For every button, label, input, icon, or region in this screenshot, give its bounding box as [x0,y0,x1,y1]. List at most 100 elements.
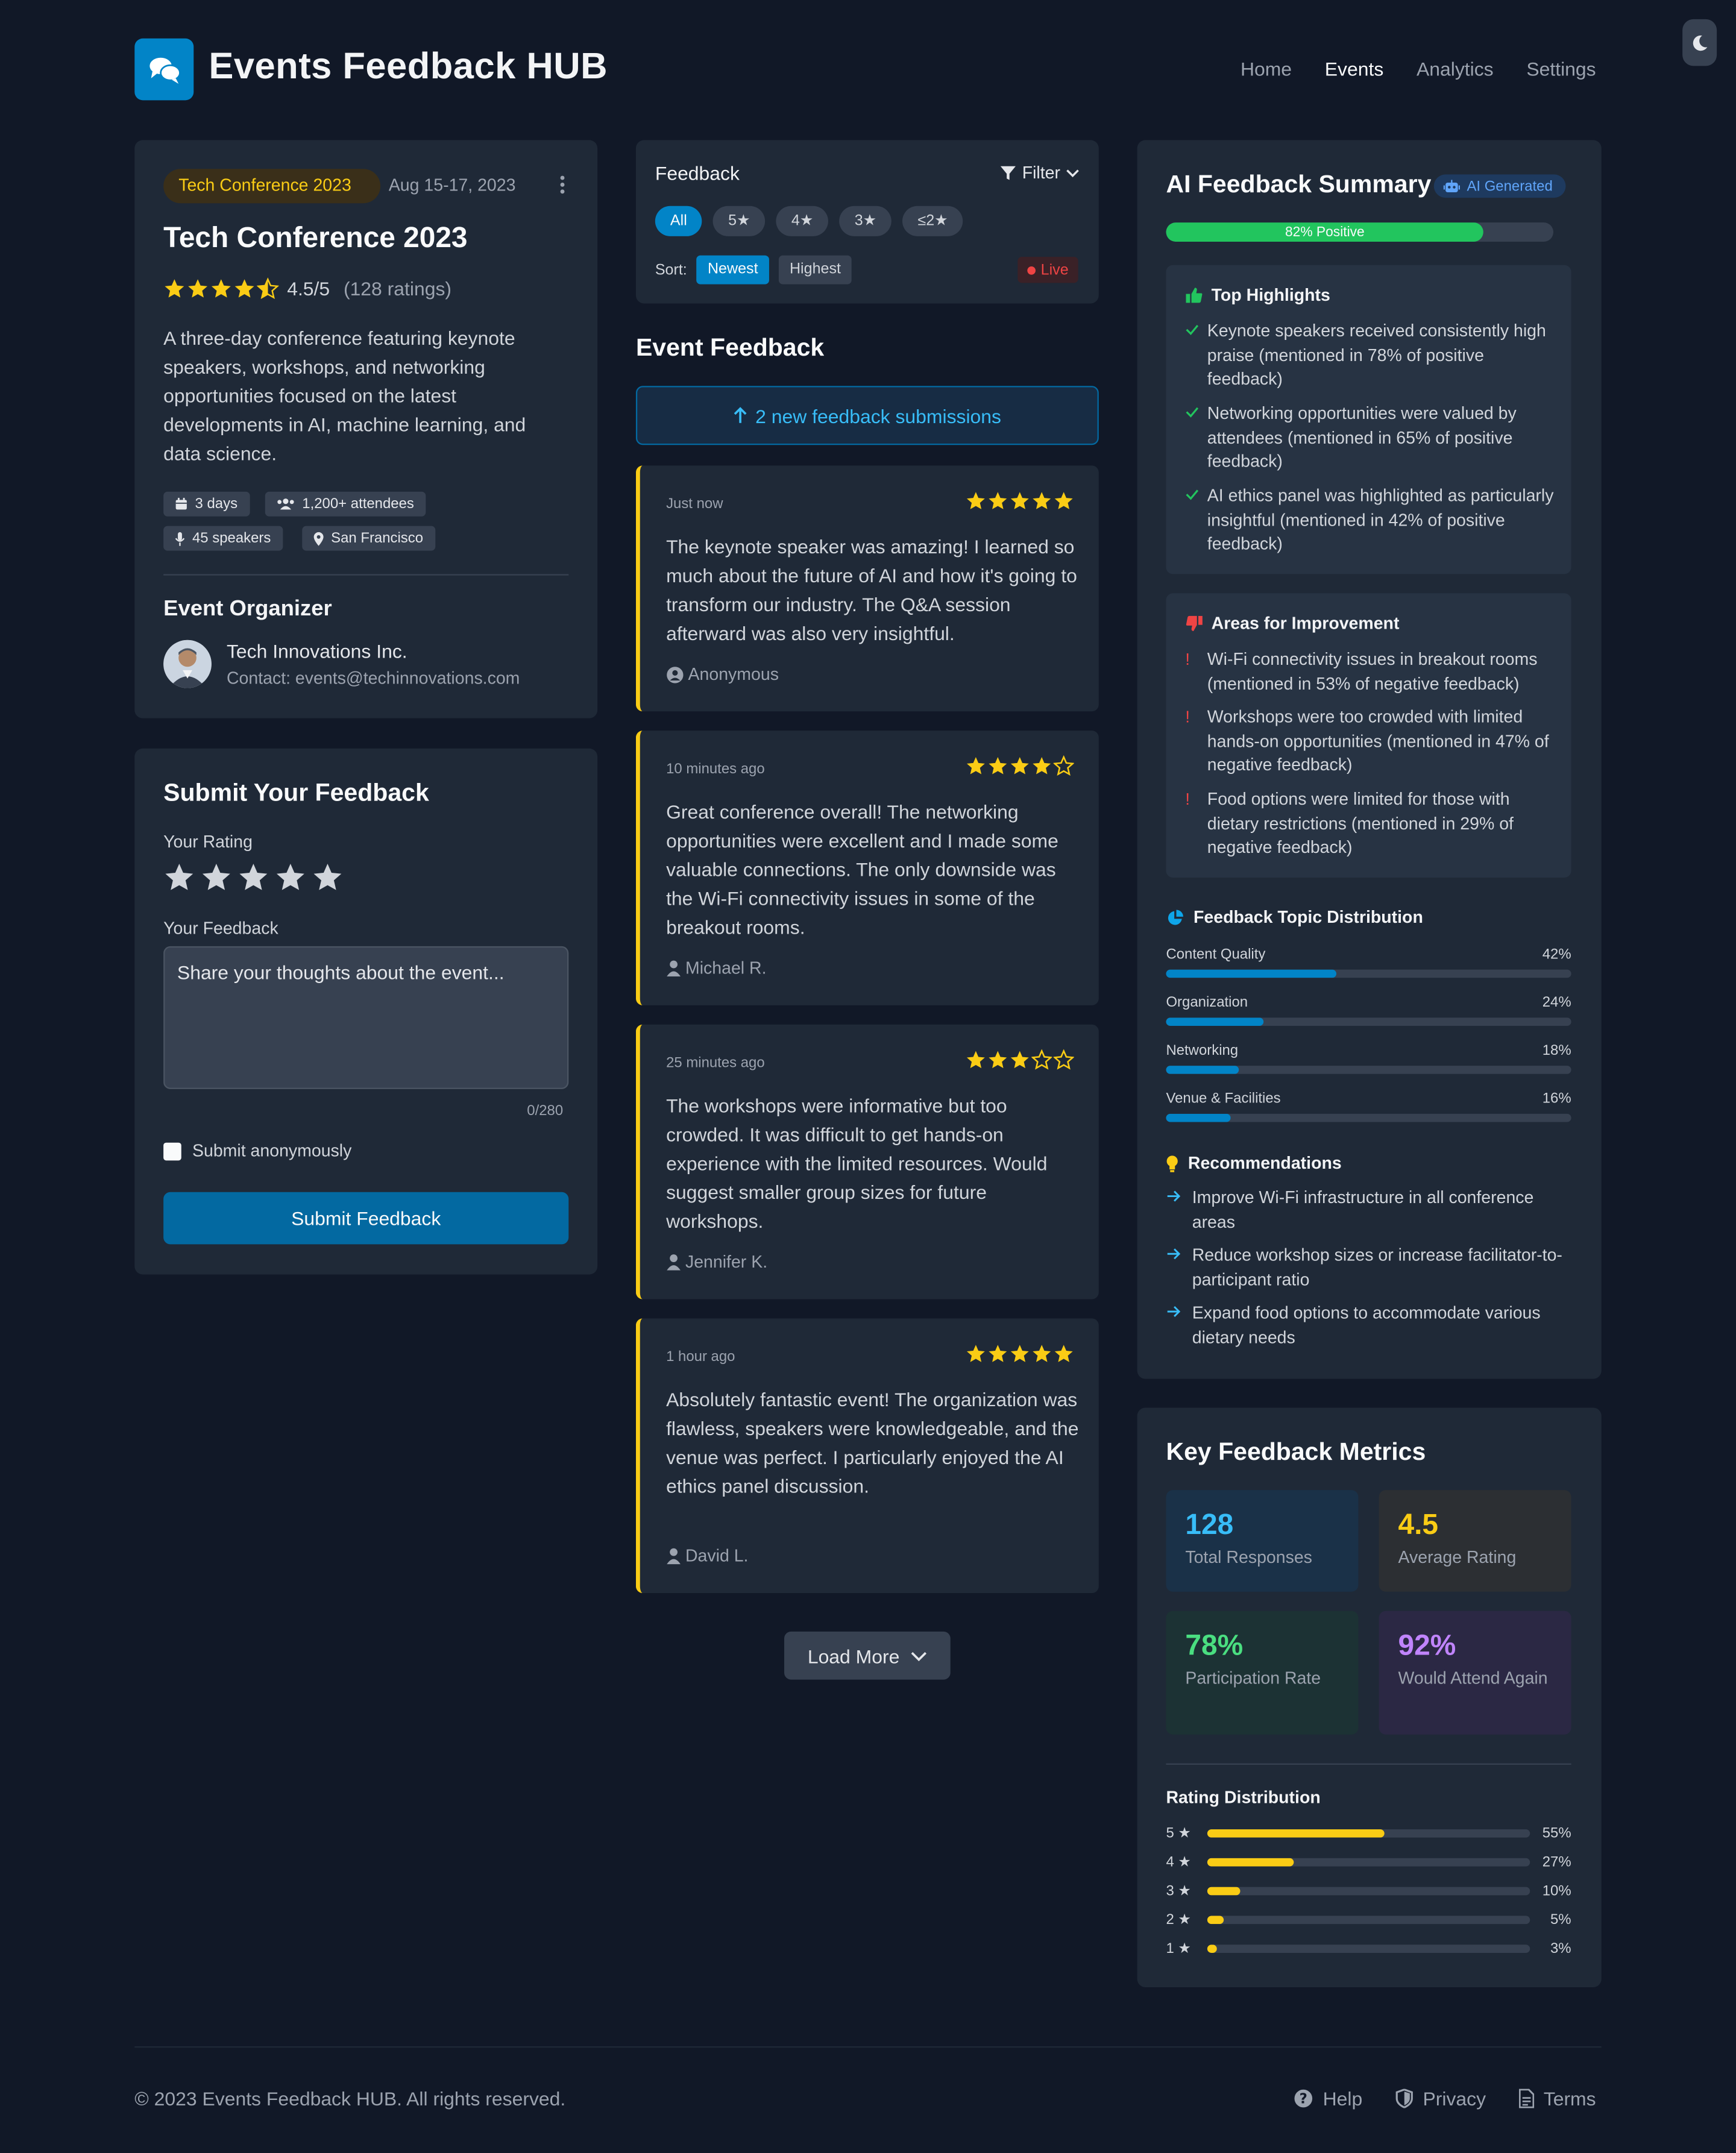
rd-bar-fill [1207,1858,1295,1867]
chevron-down-icon [911,1651,926,1661]
topic-bar-fill [1166,1113,1231,1122]
sentiment-bar: 82% Positive [1166,222,1553,242]
pill-3-star[interactable]: 3★ [839,206,892,236]
thumbs-up-icon [1186,288,1203,303]
feedback-textarea[interactable]: Share your thoughts about the event... [163,946,569,1089]
organizer-contact[interactable]: Contact: events@techinnovations.com [227,669,520,688]
metrics-card: Key Feedback Metrics 128 Total Responses… [1137,1407,1602,1987]
pill-4-star[interactable]: 4★ [776,206,829,236]
arrow-up-icon [734,407,747,423]
microphone-icon [175,531,185,545]
rating-stars-icon [163,277,279,300]
metric-value: 4.5 [1398,1509,1439,1541]
rating-distribution-row: 4 ★ 27% [1166,1854,1571,1870]
metric-label: Average Rating [1398,1547,1517,1567]
recommendation-text: Improve Wi-Fi infrastructure in all conf… [1192,1187,1534,1231]
exclamation-icon: ! [1185,790,1190,809]
sort-highest-button[interactable]: Highest [778,255,852,284]
feedback-author-name: Michael R. [685,958,767,978]
theme-toggle-button[interactable] [1682,19,1717,66]
feedback-author-name: David L. [685,1546,749,1566]
anonymous-label[interactable]: Submit anonymously [192,1141,351,1160]
sort-row: Sort: Newest Highest [655,255,852,284]
feedback-text: The keynote speaker was amazing! I learn… [666,535,1077,644]
recommendations-heading: Recommendations [1166,1154,1342,1173]
exclamation-icon: ! [1185,707,1190,727]
feedback-author: Michael R. [666,958,767,978]
rating-count: (128 ratings) [343,277,452,300]
chip-attendees: 1,200+ attendees [265,491,427,517]
nav-home[interactable]: Home [1241,58,1292,80]
topic-bar-fill [1166,969,1336,978]
check-icon [1185,485,1199,557]
rd-bar [1207,1887,1530,1896]
rating-input [163,861,343,893]
star-icon[interactable] [163,861,195,893]
metric-total-responses: 128 Total Responses [1166,1490,1359,1592]
star-filled-icon [989,1051,1007,1069]
arrow-right-icon [1166,1302,1181,1350]
star-icon[interactable] [237,861,269,893]
svg-text:?: ? [1300,2092,1307,2107]
recommendation-item: Reduce workshop sizes or increase facili… [1166,1244,1564,1292]
shield-icon [1395,2089,1413,2108]
submit-feedback-button[interactable]: Submit Feedback [163,1192,569,1245]
topic-name: Content Quality [1166,946,1266,963]
rd-percent: 27% [1542,1853,1571,1871]
star-filled-icon [1010,757,1029,775]
page: Events Feedback HUB Home Events Analytic… [0,0,1736,2146]
star-filled-icon [1010,1051,1029,1069]
pill-5-star[interactable]: 5★ [713,206,766,236]
filter-title: Feedback [655,162,740,184]
logo[interactable] [134,38,194,101]
pill-all[interactable]: All [655,206,702,236]
new-feedback-banner[interactable]: 2 new feedback submissions [635,386,1099,445]
star-icon[interactable] [201,861,232,893]
star-icon[interactable] [275,861,306,893]
rd-percent: 55% [1542,1825,1571,1842]
rd-percent: 10% [1542,1882,1571,1900]
filter-button[interactable]: Filter [1000,163,1080,183]
metrics-title: Key Feedback Metrics [1166,1438,1426,1466]
star-icon[interactable] [312,861,343,893]
anonymous-option: Submit anonymously [163,1141,351,1160]
footer-link-terms[interactable]: Terms [1518,2087,1596,2110]
highlight-text: Keynote speakers received consistently h… [1207,321,1546,389]
load-more-button[interactable]: Load More [784,1631,951,1680]
metric-would-attend-again: 92% Would Attend Again [1379,1611,1571,1735]
question-circle-icon: ? [1294,2089,1313,2108]
improvement-heading-label: Areas for Improvement [1211,614,1400,633]
nav-analytics[interactable]: Analytics [1417,58,1494,80]
organizer-avatar [163,640,212,688]
footer-link-help[interactable]: ? Help [1294,2087,1362,2110]
star-outline-icon [1053,1049,1074,1070]
anonymous-checkbox[interactable] [163,1142,181,1160]
chip-speakers-label: 45 speakers [192,530,271,547]
pill-2-or-less-star[interactable]: ≤2★ [902,206,963,236]
rd-label: 2 ★ [1166,1911,1191,1929]
metric-value: 92% [1398,1630,1456,1662]
star-filled-icon [989,1345,1007,1362]
copyright: © 2023 Events Feedback HUB. All rights r… [134,2087,566,2110]
footer-link-privacy[interactable]: Privacy [1395,2087,1486,2110]
highlight-text: Networking opportunities were valued by … [1207,403,1517,471]
nav-settings[interactable]: Settings [1526,58,1596,80]
more-options-icon[interactable] [560,175,566,196]
sort-newest-button[interactable]: Newest [696,255,769,284]
star-filled-icon [966,757,985,775]
metric-value: 78% [1185,1630,1244,1662]
lightbulb-icon [1166,1155,1178,1172]
recommendation-text: Reduce workshop sizes or increase facili… [1192,1245,1562,1289]
improvement-text: Workshops were too crowded with limited … [1207,707,1549,775]
footer-links: ? Help Privacy Terms [1294,2087,1596,2110]
event-tag[interactable]: Tech Conference 2023 [163,169,380,204]
nav-events[interactable]: Events [1325,58,1384,80]
check-icon [1185,320,1199,392]
feedback-author: Anonymous [666,665,779,684]
rd-label: 1 ★ [1166,1940,1191,1957]
calendar-icon [175,497,187,510]
topic-bar-fill [1166,1066,1239,1074]
event-date: Aug 15-17, 2023 [388,175,516,195]
star-filled-icon [989,757,1007,775]
topic-name: Venue & Facilities [1166,1090,1281,1107]
